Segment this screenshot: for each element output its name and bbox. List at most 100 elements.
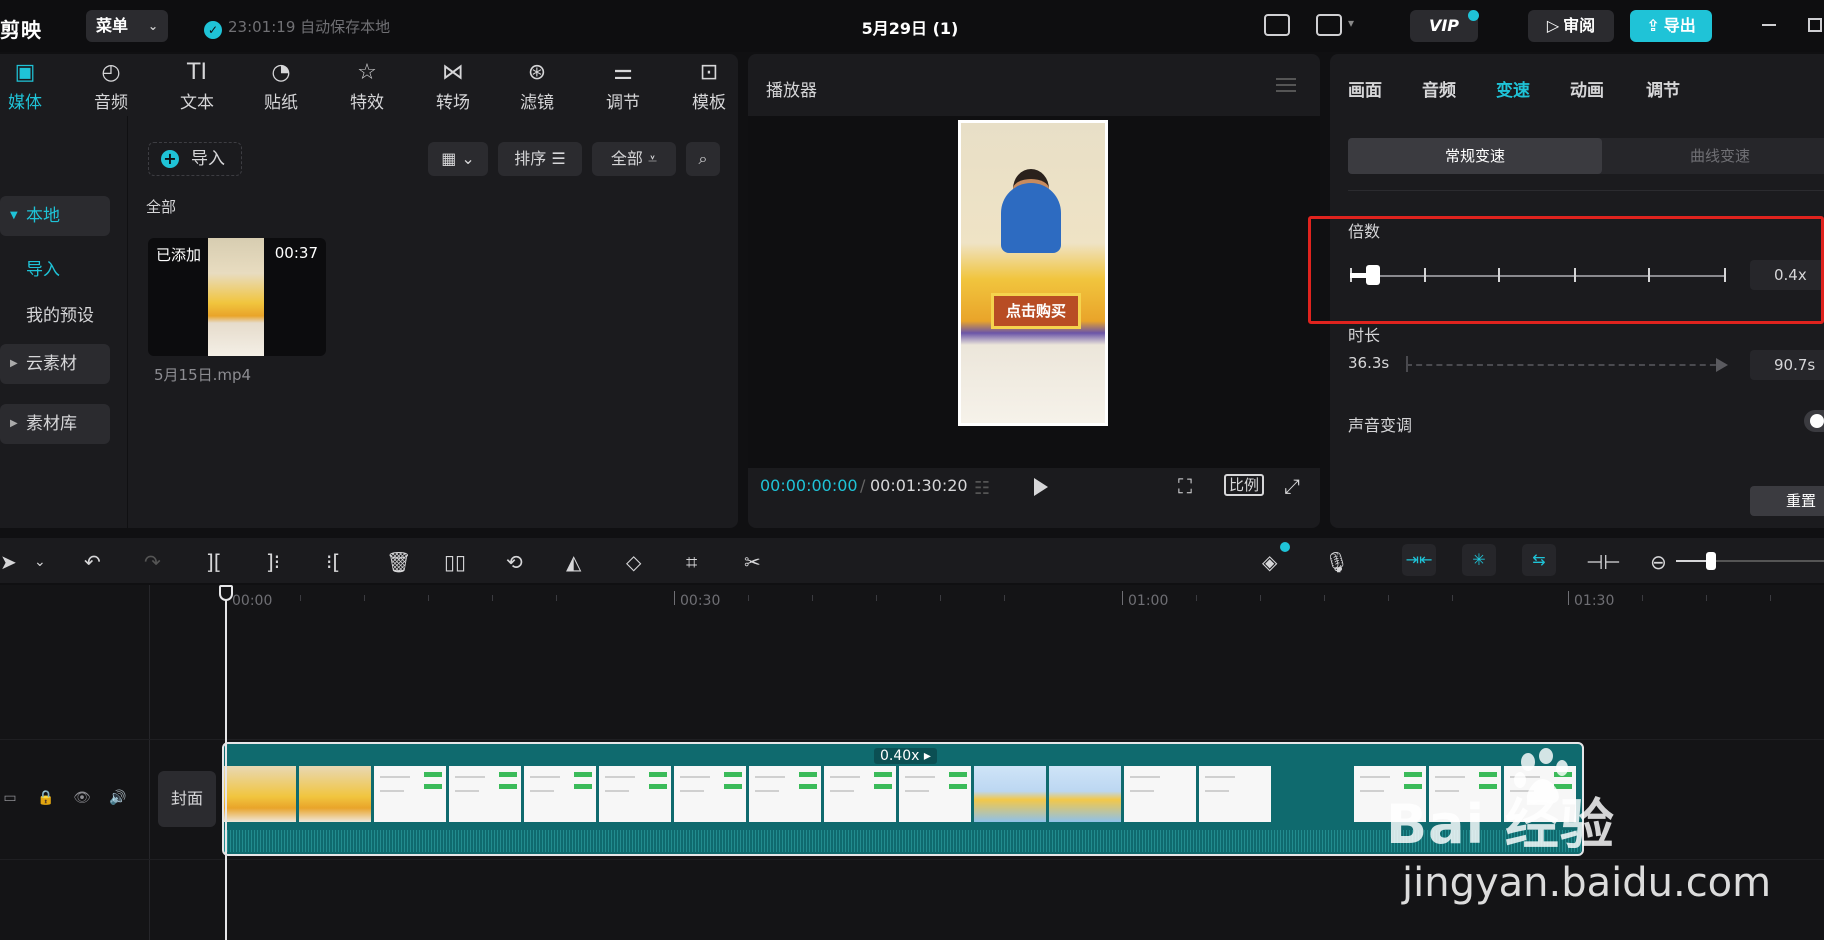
tab-effects[interactable]: ☆ 特效 <box>332 58 402 113</box>
minimize-icon[interactable] <box>1762 24 1776 26</box>
review-icon: ▷ <box>1546 16 1560 35</box>
app-logo: 剪映 <box>0 18 42 42</box>
tab-adjust[interactable]: ⚌ 调节 <box>588 58 658 113</box>
mirror-icon[interactable]: ◭ <box>566 550 581 574</box>
tab-adjust-props[interactable]: 调节 <box>1646 76 1680 101</box>
ruler-tick <box>1196 595 1197 601</box>
aspect-ratio-button[interactable]: 比例 <box>1224 474 1265 496</box>
layout-chevron-icon[interactable]: ▾ <box>1348 16 1354 30</box>
reverse-icon[interactable]: ⟲ <box>506 550 523 574</box>
track-thumbnail-icon[interactable]: ▭ <box>0 790 20 808</box>
tab-label: 媒体 <box>8 93 42 113</box>
tab-text[interactable]: TI 文本 <box>162 58 232 113</box>
play-icon[interactable] <box>1034 478 1048 496</box>
fullscreen-icon[interactable]: ⤢ <box>1284 474 1300 498</box>
curve-speed-option[interactable]: 曲线变速 <box>1602 138 1824 174</box>
auto-snap-icon[interactable]: ✳ <box>1462 544 1496 576</box>
autosave-text: 23:01:19 自动保存本地 <box>228 18 391 36</box>
caret-down-icon: ▼ <box>10 210 18 221</box>
preview-axis-icon[interactable]: ⊣⊢ <box>1586 550 1621 574</box>
lock-icon[interactable]: 🔒 <box>36 790 56 808</box>
linkage-icon[interactable]: ⇆ <box>1522 544 1556 576</box>
tab-label: 文本 <box>180 93 214 113</box>
layout-icon[interactable] <box>1316 14 1342 36</box>
review-button[interactable]: ▷ 审阅 <box>1528 10 1614 42</box>
keyboard-shortcut-icon[interactable] <box>1264 14 1290 36</box>
search-button[interactable]: ⌕ <box>686 142 720 176</box>
delete-icon[interactable]: 🗑 <box>386 550 411 574</box>
crop-icon[interactable]: ⌗ <box>686 550 697 574</box>
tab-audio-props[interactable]: 音频 <box>1422 76 1456 101</box>
undo-icon[interactable]: ↶ <box>84 550 101 574</box>
tab-media[interactable]: ▣ 媒体 <box>0 58 60 113</box>
duration-input[interactable]: 90.7s <box>1750 350 1824 380</box>
filter-button[interactable]: 全部 ⩡ <box>592 142 676 176</box>
sidebar-item-import[interactable]: 导入 <box>0 250 110 290</box>
hamburger-icon[interactable] <box>1276 78 1296 92</box>
tab-filter[interactable]: ⊛ 滤镜 <box>502 58 572 113</box>
reset-button[interactable]: 重置 <box>1750 486 1824 516</box>
sort-icon: ☰ <box>551 149 566 168</box>
zoom-preview-icon[interactable]: ⛶ <box>1178 474 1192 498</box>
ruler-tick <box>1452 595 1453 601</box>
preview-canvas[interactable]: 点击购买 <box>748 116 1320 468</box>
clip-frame <box>224 766 297 822</box>
redo-icon[interactable]: ↷ <box>144 550 161 574</box>
sidebar-item-cloud[interactable]: ▶ 云素材 <box>0 344 110 384</box>
tab-canvas[interactable]: 画面 <box>1348 76 1382 101</box>
plus-icon: + <box>161 150 179 168</box>
trim-left-icon[interactable]: ]⁝ <box>266 550 280 574</box>
frame-grid-icon[interactable]: ☷ <box>974 478 990 499</box>
zoom-slider-handle[interactable] <box>1706 552 1716 570</box>
highlight-box <box>1308 216 1824 324</box>
media-clip-card[interactable]: 已添加 00:37 <box>148 238 326 356</box>
rotate-icon[interactable]: ◇ <box>626 550 641 574</box>
menu-button[interactable]: 菜单 ⌄ <box>86 10 168 42</box>
select-cursor-icon[interactable]: ➤ <box>0 550 17 574</box>
pitch-toggle[interactable] <box>1804 410 1824 432</box>
ruler-tick <box>1324 595 1325 601</box>
tab-sticker[interactable]: ◔ 贴纸 <box>246 58 316 113</box>
clip-added-badge: 已添加 <box>156 246 202 264</box>
export-button[interactable]: ⇪ 导出 <box>1630 10 1712 42</box>
video-clip[interactable]: 0.40x ▸ <box>222 742 1584 856</box>
ai-magic-icon[interactable]: ◈ <box>1262 550 1277 574</box>
ruler-tick <box>1770 595 1771 601</box>
eye-icon[interactable]: 👁 <box>72 790 92 808</box>
microphone-icon[interactable]: 🎙 <box>1324 550 1349 574</box>
tab-label: 模板 <box>692 93 726 113</box>
speaker-icon[interactable]: 🔊 <box>108 790 128 808</box>
clip-duration: 00:37 <box>274 244 318 262</box>
trim-right-icon[interactable]: ⁝[ <box>326 550 340 574</box>
playhead-handle[interactable] <box>219 585 233 601</box>
media-sidebar: ▼ 本地 导入 我的预设 ▶ 云素材 ▶ 素材库 <box>0 116 128 528</box>
maximize-icon[interactable] <box>1808 18 1822 32</box>
sort-button[interactable]: 排序 ☰ <box>498 142 582 176</box>
tab-speed[interactable]: 变速 <box>1496 76 1530 101</box>
ruler-label: 01:00 <box>1128 593 1169 609</box>
character-body <box>1001 183 1061 253</box>
remove-bg-icon[interactable]: ✂ <box>744 550 761 574</box>
main-track-magnet-icon[interactable]: ⇥⇤ <box>1402 544 1436 576</box>
sidebar-item-presets[interactable]: 我的预设 <box>0 296 110 336</box>
tab-animation[interactable]: 动画 <box>1570 76 1604 101</box>
sticker-icon: ◔ <box>271 60 291 85</box>
zoom-out-icon[interactable]: ⊖ <box>1650 550 1667 574</box>
split-icon[interactable]: ][ <box>206 550 222 574</box>
freeze-frame-icon[interactable]: ▯▯ <box>444 550 466 574</box>
clip-frame <box>299 766 372 822</box>
tab-transition[interactable]: ⋈ 转场 <box>418 58 488 113</box>
sidebar-item-library[interactable]: ▶ 素材库 <box>0 404 110 444</box>
normal-speed-option[interactable]: 常规变速 <box>1348 138 1602 174</box>
tab-template[interactable]: ⊡ 模板 <box>674 58 744 113</box>
cover-button[interactable]: 封面 <box>158 771 216 827</box>
sidebar-item-local[interactable]: ▼ 本地 <box>0 196 110 236</box>
view-mode-button[interactable]: ▦ ⌄ <box>428 142 488 176</box>
lane-divider <box>0 739 1824 740</box>
playhead-line[interactable] <box>225 587 227 940</box>
tab-audio[interactable]: ◴ 音频 <box>76 58 146 113</box>
import-button[interactable]: + 导入 <box>148 142 242 176</box>
audio-waveform <box>224 830 1582 852</box>
ruler-tick <box>300 595 301 601</box>
chevron-down-icon[interactable]: ⌄ <box>34 554 46 570</box>
